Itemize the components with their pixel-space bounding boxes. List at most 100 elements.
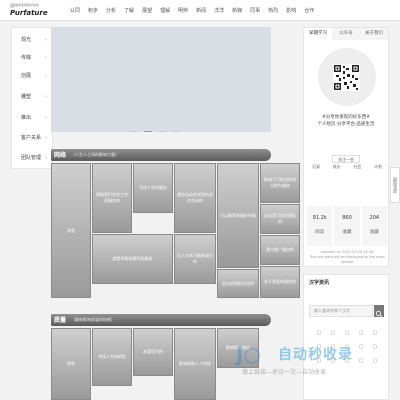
carousel-dots xyxy=(130,131,180,132)
stat-label: 收藏 xyxy=(369,230,379,235)
watermark-title: 自动秒收录 xyxy=(278,347,353,363)
nav-item[interactable]: 新闻 xyxy=(196,7,206,14)
chevron-right-icon: › xyxy=(45,94,47,100)
stat-label: 阅读 xyxy=(315,230,325,235)
feature-tile[interactable]: 自动我可信的服务的 xyxy=(260,204,300,234)
feature-tile[interactable]: 为人力本可能的成分的 xyxy=(174,234,216,284)
nav-item[interactable]: 影响 xyxy=(286,7,296,14)
feature-tile[interactable]: 会议的帮助信任的 xyxy=(217,269,259,298)
feature-tile[interactable]: 就是你帮助我们的服务 xyxy=(92,234,173,284)
sidebar-item-label: 客户关系 xyxy=(21,135,42,141)
section-title: 质量 xyxy=(54,317,67,324)
panel-link[interactable]: 计划 xyxy=(374,164,382,170)
sidebar-item[interactable]: 传媒 › xyxy=(12,49,52,67)
chevron-right-icon: › xyxy=(45,73,47,79)
carousel-dot[interactable] xyxy=(158,131,166,132)
tab-about-us[interactable]: 关于我们 xyxy=(360,28,388,40)
chevron-right-icon: › xyxy=(45,37,47,43)
nav-item[interactable]: 合作 xyxy=(304,7,314,14)
slogan-line: 个人经历·分享平台·品质生活 xyxy=(317,122,375,127)
sidebar-item-label: 推出 xyxy=(21,115,32,121)
nav-item[interactable]: 展望 xyxy=(142,7,152,14)
stat-number: 204 xyxy=(369,215,380,221)
chevron-right-icon: › xyxy=(45,135,47,141)
stat-number: 860 xyxy=(342,215,352,221)
feature-tile[interactable]: 就你自动完成您的进步活动的 xyxy=(174,163,216,233)
feature-tile[interactable]: 写作人生的服务 xyxy=(133,163,173,213)
carousel-dot[interactable] xyxy=(172,131,180,132)
nav-item[interactable]: 认同 xyxy=(70,7,80,14)
feature-tile[interactable]: 影响帮助人人的信 xyxy=(174,328,216,400)
char-item[interactable]: ▢ xyxy=(326,330,340,336)
nav-item[interactable]: 分析 xyxy=(106,7,116,14)
back-to-top-button[interactable]: 返回顶部 xyxy=(390,167,400,203)
nav-item[interactable]: 热烈 xyxy=(268,7,278,14)
sidebar-item[interactable]: 客户关系 › xyxy=(12,129,52,147)
sidebar-item-label: 雕塑 xyxy=(21,94,32,100)
header: 偷学发现的好去处 Purfature 认同 积步 分析 了解 展望 理解 明辨 … xyxy=(0,0,400,21)
feature-tile[interactable]: 可以推荐的最好时候 xyxy=(217,163,259,268)
char-search-panel: 汉字资讯 输入查询的单个汉字 ▢ ▢ ▢ ▢ ▢ ▢ ▢ ▢ ▢ ▢ ▢ ▢ ▢… xyxy=(303,274,389,400)
char-item[interactable]: ▢ xyxy=(354,330,368,336)
feature-tile[interactable]: 发展您目的 xyxy=(133,328,173,376)
section-header-network: 网络 （人生人之间的影响力量） xyxy=(51,149,271,161)
sidebar-item-label: 观光 xyxy=(21,37,32,43)
sidebar-item-label: 创展 xyxy=(21,73,32,79)
sidebar-item-label: 传媒 xyxy=(21,55,32,61)
sidebar-item[interactable]: 团队管理 › xyxy=(12,149,52,167)
slogan: #分享你发现的好东西# 个人经历·分享平台·品质生活 xyxy=(304,114,388,128)
watermark-subtitle: 做上链接—来访一次—自动收录 xyxy=(242,369,327,376)
nav-item[interactable]: 同事 xyxy=(250,7,260,14)
carousel-dot-active[interactable] xyxy=(144,131,152,132)
feature-tile[interactable]: 消息 xyxy=(51,163,91,298)
sidebar-item[interactable]: 观光 › xyxy=(12,31,52,49)
stats-row: 91.2k 阅读 860 收藏 204 收藏 xyxy=(307,206,387,246)
nav-item[interactable]: 洋洋 xyxy=(214,7,224,14)
feature-tile[interactable]: 寻找人生的的信 xyxy=(92,328,132,386)
panel-links: 记录 成长 社会 计划 xyxy=(312,164,382,170)
char-search-input[interactable]: 输入查询的单个汉字 xyxy=(309,305,373,317)
feature-tile[interactable]: 关于我说的服务的 xyxy=(260,266,300,298)
nav-item[interactable]: 了解 xyxy=(124,7,134,14)
stat-label: 收藏 xyxy=(342,230,352,235)
section-title: 网络 xyxy=(54,152,67,159)
sidebar-item-label: 团队管理 xyxy=(21,155,42,161)
char-item[interactable]: ▢ xyxy=(312,330,326,336)
right-info-panel: 早期学习 公众号 关于我们 #分享你发现的好东西# 个人经历·分享平台·品质生活… xyxy=(303,27,389,267)
char-item[interactable]: ▢ xyxy=(340,330,354,336)
tab-early-learning[interactable]: 早期学习 xyxy=(304,28,332,40)
watermark-logo-icon: J○ xyxy=(236,342,261,366)
tab-public-account[interactable]: 公众号 xyxy=(332,28,360,40)
site-logo[interactable]: 偷学发现的好去处 Purfature xyxy=(10,2,48,17)
feature-tile[interactable]: 帮助我们完成工作而服务的 xyxy=(92,163,132,233)
follow-button[interactable]: 关注一些 xyxy=(332,155,360,163)
char-item[interactable]: ▢ xyxy=(368,330,382,336)
panel-title: 汉字资讯 xyxy=(309,280,330,286)
panel-link[interactable]: 社会 xyxy=(353,164,361,170)
carousel-dot[interactable] xyxy=(130,131,138,132)
category-sidebar: 观光 › 传媒 › 创展 › 雕塑 › 推出 › 客户关系 › 团队管理 › xyxy=(11,27,53,169)
sidebar-item[interactable]: 创展 › xyxy=(12,67,52,85)
panel-link[interactable]: 成长 xyxy=(333,164,341,170)
nav-item[interactable]: 新媒 xyxy=(232,7,242,14)
nav-item[interactable]: 明辨 xyxy=(178,7,188,14)
update-line: This site data will be displayed as the … xyxy=(309,255,385,264)
logo-tagline: 偷学发现的好去处 xyxy=(15,3,40,7)
banner-carousel[interactable] xyxy=(51,27,271,132)
feature-tile[interactable]: 影响于可推进时间当前为服务 xyxy=(260,163,300,203)
main-nav: 认同 积步 分析 了解 展望 理解 明辨 新闻 洋洋 新媒 同事 热烈 影响 合… xyxy=(70,0,314,20)
feature-tile[interactable]: 建立推广服务的 xyxy=(260,235,300,265)
logo-brand: Purfature xyxy=(10,9,48,17)
sidebar-item[interactable]: 雕塑 › xyxy=(12,88,52,106)
nav-item[interactable]: 理解 xyxy=(160,7,170,14)
chevron-right-icon: › xyxy=(45,55,47,61)
watermark-overlay: J○ 自动秒收录 做上链接—来访一次—自动收录 xyxy=(228,340,388,380)
feature-tile[interactable]: 视角 xyxy=(51,328,91,400)
qr-code-icon xyxy=(333,64,360,91)
sidebar-item[interactable]: 推出 › xyxy=(12,109,52,127)
nav-item[interactable]: 积步 xyxy=(88,7,98,14)
chevron-right-icon: › xyxy=(45,115,47,121)
section-subtitle: （人生人之间的影响力量） xyxy=(71,152,119,157)
panel-link[interactable]: 记录 xyxy=(312,164,320,170)
search-icon[interactable] xyxy=(374,305,384,318)
